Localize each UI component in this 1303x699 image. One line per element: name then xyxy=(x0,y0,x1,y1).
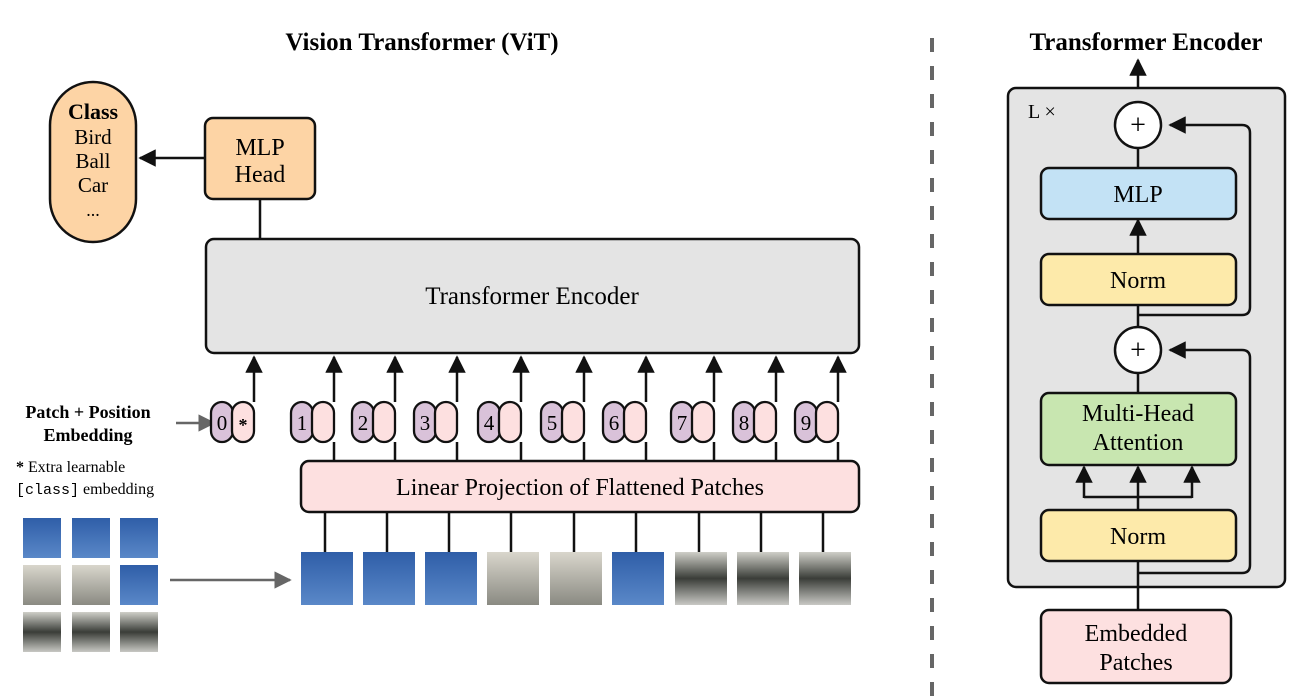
token-embedding: 7 xyxy=(669,355,723,461)
extra-note: * Extra learnable xyxy=(16,459,125,476)
class-heading: Class xyxy=(68,99,119,124)
class-item: Ball xyxy=(76,149,111,173)
image-patch xyxy=(675,552,727,605)
image-patch xyxy=(120,565,158,605)
patch-embedding xyxy=(814,400,840,444)
add-node-top: + xyxy=(1113,100,1163,150)
image-patch xyxy=(120,612,158,652)
embedded-patches-label: Patches xyxy=(1099,650,1172,676)
position-index: 9 xyxy=(801,411,812,435)
class-item: Bird xyxy=(74,125,112,149)
token-embedding: 5 xyxy=(539,355,593,461)
position-index: 3 xyxy=(420,411,431,435)
transformer-encoder: Transformer Encoder xyxy=(204,237,861,355)
image-patch xyxy=(23,518,61,558)
vit-title: Vision Transformer (ViT) xyxy=(285,29,558,56)
image-patch xyxy=(425,552,477,605)
token-embedding: 9 xyxy=(793,355,847,461)
position-index: 5 xyxy=(547,411,558,435)
attention-block: Multi-Head Attention xyxy=(1039,391,1238,467)
patch-embedding xyxy=(433,400,459,444)
image-patch-grid xyxy=(23,518,158,652)
class-output: Class Bird Ball Car ... xyxy=(48,80,138,244)
patch-embedding xyxy=(310,400,336,444)
position-index: 2 xyxy=(358,411,369,435)
embedded-patches-block: Embedded Patches xyxy=(1039,608,1233,685)
image-patch xyxy=(120,518,158,558)
token-embedding: 6 xyxy=(601,355,655,461)
image-patch xyxy=(550,552,602,605)
add-node-bottom: + xyxy=(1113,325,1163,375)
position-index: 1 xyxy=(297,411,308,435)
embedded-patches-label: Embedded xyxy=(1085,621,1188,647)
norm-block-bottom: Norm xyxy=(1039,508,1238,563)
patch-embedding xyxy=(622,400,648,444)
token-row: 0 * 1 2 3 4 5 6 7 8 9 xyxy=(209,355,847,461)
patch-row xyxy=(301,512,851,605)
norm-block-top: Norm xyxy=(1039,252,1238,307)
patch-embedding xyxy=(371,400,397,444)
mlp-head-label: Head xyxy=(235,162,286,188)
norm-label: Norm xyxy=(1110,268,1166,294)
extra-note-2: [class] embedding xyxy=(16,481,154,499)
attention-label: Multi-Head xyxy=(1082,401,1194,427)
attention-label: Attention xyxy=(1093,430,1184,456)
mlp-head-label: MLP xyxy=(235,135,284,161)
plus-icon: + xyxy=(1130,335,1146,366)
token-embedding: 0 * xyxy=(209,355,263,444)
token-embedding: 8 xyxy=(731,355,785,461)
token-embedding: 1 xyxy=(289,355,343,461)
embedding-label: Embedding xyxy=(43,425,132,445)
encoder-block-title: Transformer Encoder xyxy=(1029,29,1262,56)
image-patch xyxy=(72,565,110,605)
token-embedding: 3 xyxy=(412,355,466,461)
diagram-canvas: Vision Transformer (ViT) Class Bird Ball… xyxy=(16,29,1287,699)
repeat-label: L × xyxy=(1028,101,1056,123)
position-index: 4 xyxy=(484,411,495,435)
patch-embedding xyxy=(497,400,523,444)
norm-label: Norm xyxy=(1110,524,1166,550)
token-embedding: 2 xyxy=(350,355,404,461)
position-index: 0 xyxy=(217,411,228,435)
image-patch xyxy=(799,552,851,605)
position-index: 7 xyxy=(677,411,688,435)
linear-projection: Linear Projection of Flattened Patches xyxy=(299,459,861,514)
patch-embedding xyxy=(752,400,778,444)
plus-icon: + xyxy=(1130,110,1146,141)
image-patch xyxy=(23,612,61,652)
image-patch xyxy=(301,552,353,605)
position-index: 6 xyxy=(609,411,620,435)
class-token-star: * xyxy=(239,415,248,435)
image-patch xyxy=(72,518,110,558)
image-patch xyxy=(72,612,110,652)
mlp-label: MLP xyxy=(1113,182,1162,208)
image-patch xyxy=(487,552,539,605)
patch-embedding xyxy=(690,400,716,444)
class-item: Car xyxy=(78,173,108,197)
mlp-block: MLP xyxy=(1039,166,1238,221)
patch-embedding xyxy=(560,400,586,444)
image-patch xyxy=(23,565,61,605)
transformer-encoder-label: Transformer Encoder xyxy=(425,283,639,310)
embedding-label: Patch + Position xyxy=(25,402,150,422)
class-item: ... xyxy=(86,200,100,220)
image-patch xyxy=(612,552,664,605)
linear-projection-label: Linear Projection of Flattened Patches xyxy=(396,475,764,501)
image-patch xyxy=(363,552,415,605)
mlp-head: MLP Head xyxy=(203,116,317,201)
image-patch xyxy=(737,552,789,605)
position-index: 8 xyxy=(739,411,750,435)
token-embedding: 4 xyxy=(476,355,530,461)
